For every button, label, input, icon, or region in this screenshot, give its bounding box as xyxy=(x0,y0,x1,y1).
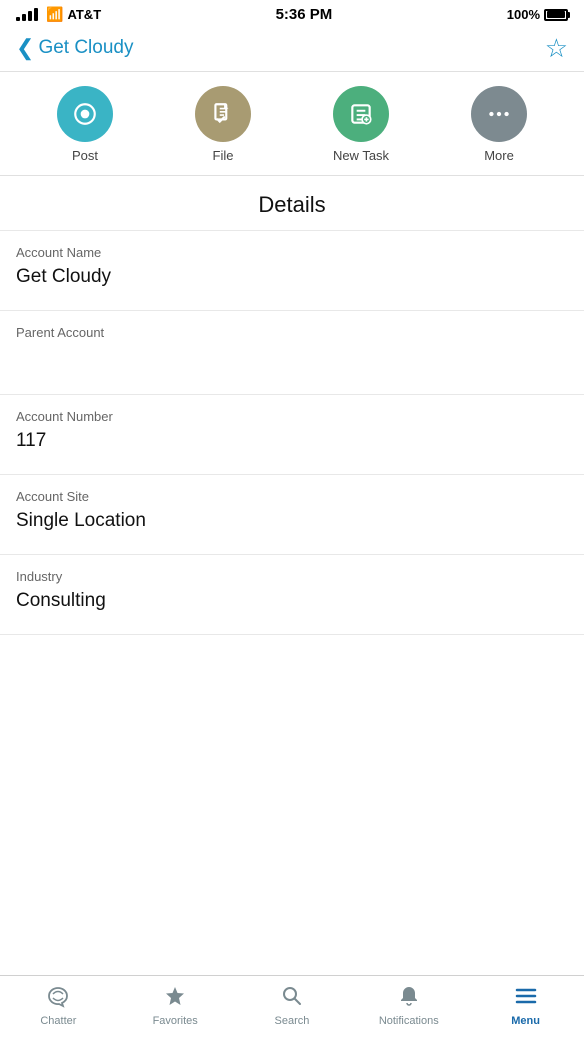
status-bar: 📶 AT&T 5:36 PM 100% xyxy=(0,0,584,27)
action-row: Post File New Task xyxy=(0,72,584,176)
wifi-icon: 📶 xyxy=(46,6,63,23)
signal-icon xyxy=(16,8,38,21)
parent-account-field: Parent Account xyxy=(0,311,584,395)
account-name-label: Account Name xyxy=(16,245,568,260)
parent-account-value xyxy=(16,346,568,382)
battery-label: 100% xyxy=(507,7,540,22)
chatter-label: Chatter xyxy=(40,1015,76,1027)
chevron-left-icon: ❮ xyxy=(16,37,34,59)
bottom-nav-search[interactable]: Search xyxy=(252,984,332,1027)
search-label: Search xyxy=(275,1015,310,1027)
more-circle xyxy=(471,86,527,142)
menu-icon xyxy=(514,984,538,1012)
action-more-button[interactable]: More xyxy=(449,86,549,163)
content-area: Details Account Name Get Cloudy Parent A… xyxy=(0,176,584,975)
section-title: Details xyxy=(0,176,584,231)
more-label: More xyxy=(484,148,514,163)
account-number-value: 117 xyxy=(16,430,568,452)
bottom-nav-favorites[interactable]: Favorites xyxy=(135,984,215,1027)
parent-account-label: Parent Account xyxy=(16,325,568,340)
favorite-star-button[interactable]: ☆ xyxy=(545,35,568,61)
back-button[interactable]: ❮ Get Cloudy xyxy=(16,37,133,59)
post-icon xyxy=(72,101,98,127)
nav-bar: ❮ Get Cloudy ☆ xyxy=(0,27,584,72)
account-site-value: Single Location xyxy=(16,510,568,532)
industry-field: Industry Consulting xyxy=(0,555,584,635)
account-site-field: Account Site Single Location xyxy=(0,475,584,555)
action-new-task-button[interactable]: New Task xyxy=(311,86,411,163)
bottom-nav: Chatter Favorites Search Notifications xyxy=(0,975,584,1037)
new-task-circle xyxy=(333,86,389,142)
post-label: Post xyxy=(72,148,98,163)
bottom-nav-chatter[interactable]: Chatter xyxy=(18,984,98,1027)
account-number-field: Account Number 117 xyxy=(0,395,584,475)
industry-value: Consulting xyxy=(16,590,568,612)
search-icon xyxy=(280,984,304,1012)
account-number-label: Account Number xyxy=(16,409,568,424)
industry-label: Industry xyxy=(16,569,568,584)
post-circle xyxy=(57,86,113,142)
notifications-label: Notifications xyxy=(379,1015,439,1027)
account-site-label: Account Site xyxy=(16,489,568,504)
menu-label: Menu xyxy=(511,1015,540,1027)
file-label: File xyxy=(213,148,234,163)
favorites-label: Favorites xyxy=(153,1015,198,1027)
bottom-nav-menu[interactable]: Menu xyxy=(486,984,566,1027)
more-icon xyxy=(486,101,512,127)
file-circle xyxy=(195,86,251,142)
action-file-button[interactable]: File xyxy=(173,86,273,163)
battery-icon xyxy=(544,9,568,21)
notifications-icon xyxy=(397,984,421,1012)
back-label: Get Cloudy xyxy=(38,37,133,59)
status-right: 100% xyxy=(507,7,568,22)
new-task-label: New Task xyxy=(333,148,389,163)
new-task-icon xyxy=(348,101,374,127)
carrier-label: AT&T xyxy=(67,7,101,22)
account-name-field: Account Name Get Cloudy xyxy=(0,231,584,311)
account-name-value: Get Cloudy xyxy=(16,266,568,288)
bottom-nav-notifications[interactable]: Notifications xyxy=(369,984,449,1027)
favorites-icon xyxy=(163,984,187,1012)
status-left: 📶 AT&T xyxy=(16,6,101,23)
action-post-button[interactable]: Post xyxy=(35,86,135,163)
chatter-icon xyxy=(46,984,70,1012)
file-icon xyxy=(210,101,236,127)
status-time: 5:36 PM xyxy=(276,6,333,23)
